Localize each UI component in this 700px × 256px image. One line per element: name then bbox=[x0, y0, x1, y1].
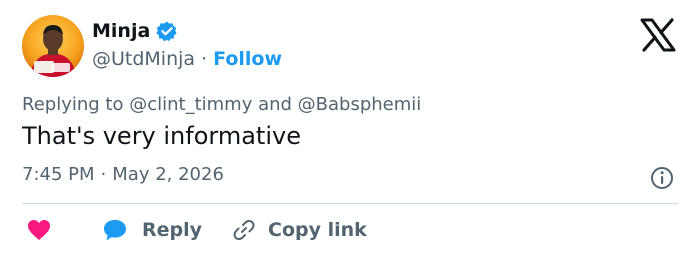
action-bar: Reply Copy link bbox=[22, 214, 367, 246]
separator-dot: · bbox=[201, 48, 208, 70]
tweet-text: That's very informative bbox=[22, 122, 301, 150]
divider bbox=[22, 203, 678, 204]
separator-dot: · bbox=[100, 164, 107, 185]
x-logo-icon[interactable] bbox=[640, 18, 676, 52]
follow-button[interactable]: Follow bbox=[213, 48, 282, 70]
avatar[interactable] bbox=[22, 15, 84, 77]
copy-link-button[interactable]: Copy link bbox=[232, 218, 367, 242]
copy-link-label: Copy link bbox=[268, 219, 367, 241]
info-icon[interactable] bbox=[650, 166, 674, 190]
display-name[interactable]: Minja bbox=[92, 20, 150, 42]
speech-bubble-icon bbox=[102, 218, 128, 242]
reply-button[interactable]: Reply bbox=[102, 218, 202, 242]
timestamp-row[interactable]: 7:45 PM · May 2, 2026 bbox=[22, 164, 224, 185]
replying-to-line[interactable]: Replying to @clint_timmy and @Babsphemii bbox=[22, 94, 421, 115]
like-button[interactable] bbox=[26, 218, 52, 242]
link-icon bbox=[232, 218, 256, 242]
verified-badge-icon bbox=[156, 20, 178, 42]
user-handle[interactable]: @UtdMinja bbox=[92, 48, 195, 70]
heart-icon bbox=[26, 218, 52, 242]
name-row: Minja bbox=[92, 18, 178, 44]
tweet-time: 7:45 PM bbox=[22, 164, 95, 185]
handle-row: @UtdMinja · Follow bbox=[92, 46, 282, 72]
tweet-card: Minja @UtdMinja · Follow Replying to @cl… bbox=[0, 0, 700, 256]
reply-label: Reply bbox=[142, 219, 203, 241]
tweet-date: May 2, 2026 bbox=[112, 164, 224, 185]
